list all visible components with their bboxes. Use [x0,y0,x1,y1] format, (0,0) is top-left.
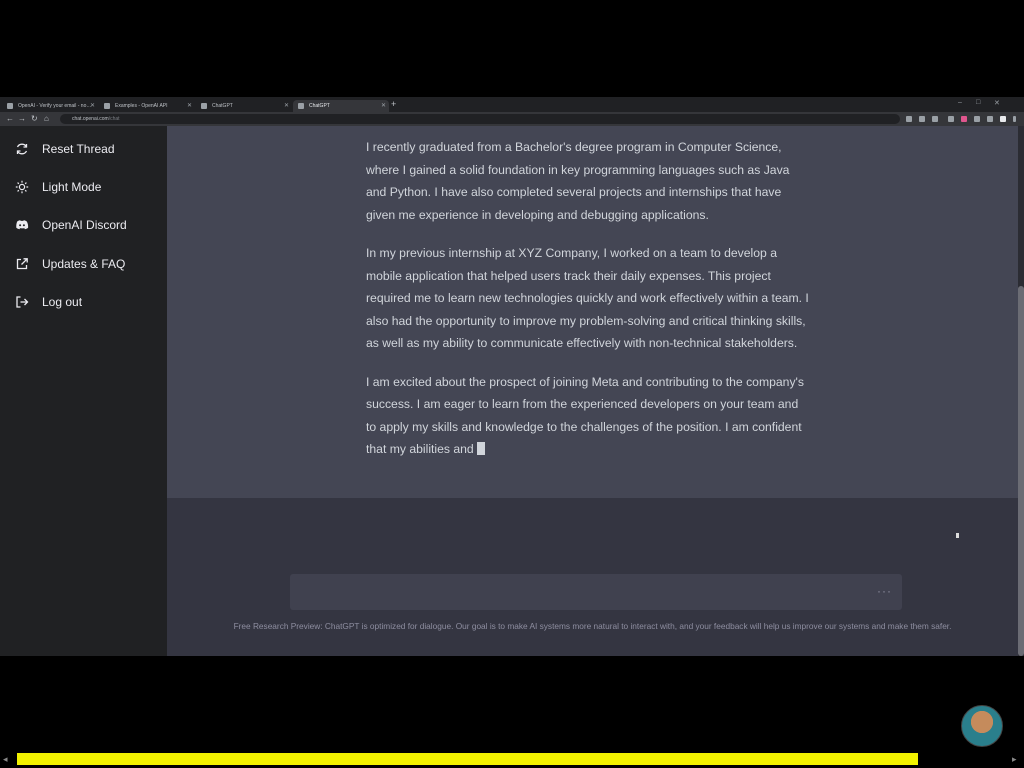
typing-cursor [476,442,485,455]
presenter-avatar [961,705,1003,747]
sidebar-item-label: OpenAI Discord [42,218,127,232]
tab-verify-email[interactable]: OpenAI - Verify your email - no… ✕ [2,100,98,112]
bookmark-star-icon[interactable] [932,116,938,122]
logout-icon [15,295,29,309]
puzzle-icon[interactable] [974,116,980,122]
browser-window: OpenAI - Verify your email - no… ✕ Examp… [0,97,1024,656]
tab-label: ChatGPT [212,103,233,109]
sidepanel-icon[interactable] [987,116,993,122]
profile-icon[interactable] [1000,116,1006,122]
tab-chatgpt[interactable]: ChatGPT ✕ [196,100,292,112]
discord-icon [15,218,29,232]
sun-icon [15,180,29,194]
message-paragraph: In my previous internship at XYZ Company… [366,246,809,350]
new-tab-button[interactable]: + [391,99,396,109]
window-close-button[interactable]: ✕ [994,99,1000,107]
prompt-input[interactable]: ··· [290,574,902,610]
sidebar-item-label: Updates & FAQ [42,257,126,271]
sidebar-item-label: Reset Thread [42,142,115,156]
tab-examples-openai-api[interactable]: Examples - OpenAI API ✕ [99,100,195,112]
maximize-button[interactable]: □ [976,99,980,106]
tab-close-icon[interactable]: ✕ [381,100,386,112]
sidebar: Reset Thread Light Mode OpenAI Discord U… [0,126,167,656]
tab-label: Examples - OpenAI API [115,103,168,109]
message-paragraph: I am excited about the prospect of joini… [366,371,811,461]
video-progress-bar[interactable] [17,753,918,765]
message-text: I recently graduated from a Bachelor's d… [366,136,811,477]
right-arrow-icon[interactable]: ▸ [1012,754,1017,765]
forward-arrow-icon[interactable]: → [18,114,26,123]
url-path: /chat [108,116,120,122]
share-icon[interactable] [919,116,925,122]
sidebar-item-label: Light Mode [42,180,102,194]
mouse-pointer-icon [956,533,959,538]
chatgpt-favicon-icon [298,103,304,109]
left-arrow-icon[interactable]: ◂ [3,754,8,765]
openai-favicon-icon [104,103,110,109]
sidebar-item-openai-discord[interactable]: OpenAI Discord [15,215,127,235]
assistant-message: I recently graduated from a Bachelor's d… [167,126,1018,498]
chatgpt-app: Reset Thread Light Mode OpenAI Discord U… [0,126,1024,656]
tab-label: ChatGPT [309,103,330,109]
sidebar-item-light-mode[interactable]: Light Mode [15,177,101,197]
message-paragraph-text: I am excited about the prospect of joini… [366,374,804,457]
page-scrollbar[interactable] [1018,126,1024,656]
openai-favicon-icon [7,103,13,109]
refresh-icon [15,142,29,156]
reload-icon[interactable]: ↻ [31,114,38,123]
menu-kebab-icon[interactable] [1013,116,1016,122]
tab-close-icon[interactable]: ✕ [187,100,192,112]
browser-toolbar: ← → ↻ ⌂ chat.openai.com/chat [0,112,1024,126]
tab-close-icon[interactable]: ✕ [284,100,289,112]
sidebar-item-updates-faq[interactable]: Updates & FAQ [15,254,125,274]
chatgpt-favicon-icon [201,103,207,109]
message-paragraph: I recently graduated from a Bachelor's d… [366,140,790,222]
chat-main: I recently graduated from a Bachelor's d… [167,126,1018,656]
loading-dots-icon: ··· [877,584,892,598]
extension-icon[interactable] [948,116,954,122]
zoom-icon[interactable] [906,116,912,122]
scrollbar-thumb[interactable] [1018,286,1024,656]
tab-bar: OpenAI - Verify your email - no… ✕ Examp… [0,97,1024,112]
url-host: chat.openai.com [72,116,109,122]
tab-label: OpenAI - Verify your email - no… [18,103,92,109]
home-icon[interactable]: ⌂ [44,114,49,123]
tab-close-icon[interactable]: ✕ [90,100,95,112]
sidebar-item-label: Log out [42,295,83,309]
back-arrow-icon[interactable]: ← [6,114,14,123]
sidebar-item-log-out[interactable]: Log out [15,292,82,312]
sidebar-item-reset-thread[interactable]: Reset Thread [15,139,115,159]
tab-chatgpt-active[interactable]: ChatGPT ✕ [293,100,389,112]
address-bar[interactable]: chat.openai.com/chat [60,114,900,124]
footer-disclaimer: Free Research Preview: ChatGPT is optimi… [233,621,952,631]
minimize-button[interactable]: – [958,99,962,106]
extension-icon[interactable] [961,116,967,122]
external-link-icon [15,257,29,271]
